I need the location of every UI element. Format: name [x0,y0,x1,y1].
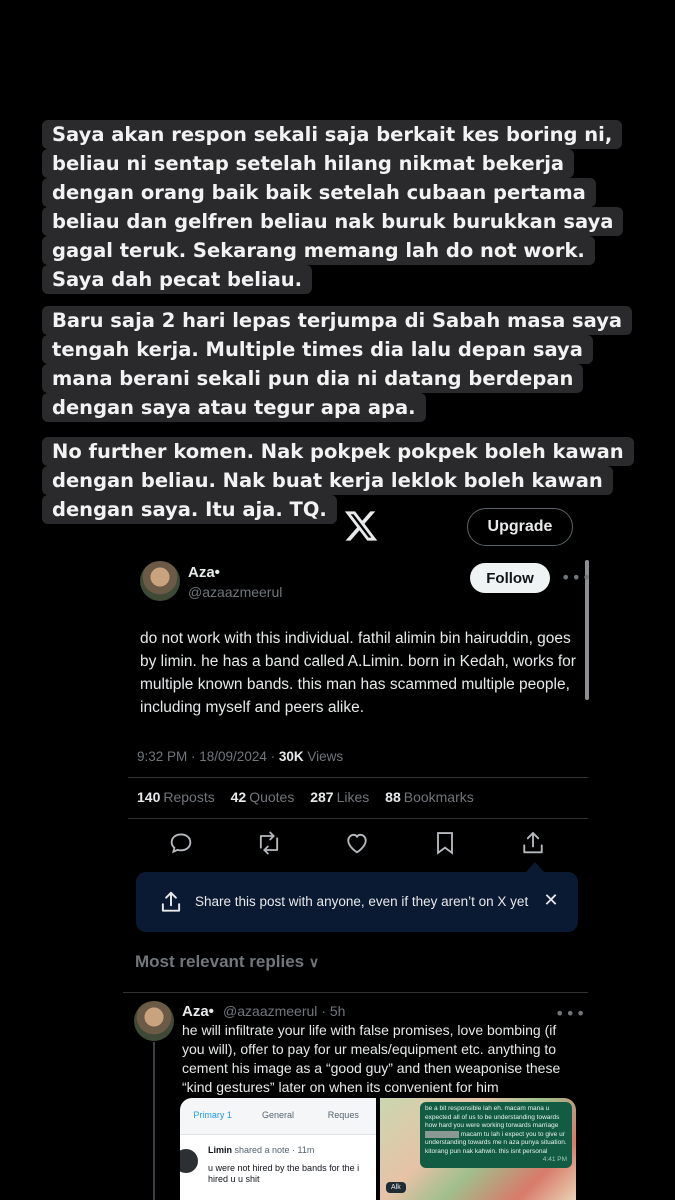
views-label: Views [303,749,344,764]
reposts-stat[interactable]: 140 Reposts [137,789,215,805]
share-banner[interactable]: Share this post with anyone, even if the… [136,872,578,932]
chevron-down-icon: ∨ [308,954,320,970]
notification-body: u were not hired by the bands for the i … [208,1163,360,1184]
caption-line: No further komen. Nak pokpek pokpek bole… [42,437,634,466]
close-icon[interactable]: ✕ [540,890,562,912]
chat-text: be a bit responsible lah eh. macam mana … [425,1105,560,1129]
more-options-icon[interactable]: ••• [561,568,592,587]
caption-line: gagal teruk. Sekarang memang lah do not … [42,236,595,265]
caption-line: dengan saya. Itu aja. TQ. [42,495,337,524]
upload-icon [158,889,184,915]
reply-author-name[interactable]: Aza• [182,1003,214,1020]
notification-name: Limin [208,1145,232,1155]
quotes-count: 42 [230,789,247,805]
caption-line: dengan saya atau tegur apa apa. [42,393,426,422]
caption-line: Saya akan respon sekali saja berkait kes… [42,120,623,149]
quotes-stat[interactable]: 42 Quotes [231,789,295,805]
notification-avatar [180,1149,198,1173]
caption-line: dengan beliau. Nak buat kerja leklok bol… [42,466,613,495]
likes-stat[interactable]: 287 Likes [310,789,369,805]
notification-meta: shared a note · 11m [232,1145,315,1155]
tweet-timestamp[interactable]: 9:32 PM · 18/09/2024 · [137,749,279,764]
quotes-label: Quotes [249,789,295,805]
likes-count: 287 [310,789,334,805]
story-caption-paragraph-2: Baru saja 2 hari lepas terjumpa di Sabah… [42,306,633,422]
caption-line: dengan orang baik baik setelah cubaan pe… [42,178,596,207]
notification-tabs: Primary 1 General Reques [180,1098,376,1132]
bookmark-icon[interactable] [431,829,459,857]
divider [128,818,588,819]
replies-heading: Most relevant replies [135,952,305,971]
likes-label: Likes [336,789,370,805]
story-caption-paragraph-1: Saya akan respon sekali saja berkait kes… [42,120,624,294]
reposts-label: Reposts [163,789,215,805]
tab-primary: Primary 1 [193,1110,232,1120]
author-handle[interactable]: @azaazmeerul [188,584,282,600]
tweet-text: do not work with this individual. fathil… [140,630,576,716]
chat-time: 4:41 PM [542,1156,567,1164]
divider [128,777,588,778]
tab-requests: Reques [327,1110,359,1120]
reply-header: Aza• @azaazmeerul · 5h [182,1001,345,1020]
share-icon[interactable] [519,829,547,857]
avatar[interactable] [140,561,180,601]
reply-image-chat[interactable]: be a bit responsible lah eh. macam mana … [380,1098,576,1200]
bookmarks-stat[interactable]: 88 Bookmarks [385,789,474,805]
reply-text: he will infiltrate your life with false … [182,1022,561,1095]
chat-sender-tag: Alk [386,1182,406,1193]
redaction-bar [425,1130,459,1138]
like-icon[interactable] [343,829,371,857]
share-banner-text: Share this post with anyone, even if the… [195,894,529,909]
author-name[interactable]: Aza• [188,564,220,581]
tweet-stats: 140 Reposts 42 Quotes 287 Likes 88 Bookmarks [137,789,486,805]
repost-icon[interactable] [255,829,283,857]
tab-general: General [261,1110,294,1120]
thread-line [153,1042,155,1200]
reply-meta[interactable]: @azaazmeerul · 5h [223,1003,345,1019]
replies-sort-dropdown[interactable]: Most relevant replies ∨ [135,952,319,972]
caption-line: beliau dan gelfren beliau nak buruk buru… [42,207,624,236]
caption-line: beliau ni sentap setelah hilang nikmat b… [42,149,575,178]
tweet-meta: 9:32 PM · 18/09/2024 · 30K Views [137,749,343,764]
caption-line: Baru saja 2 hari lepas terjumpa di Sabah… [42,306,633,335]
chat-bubble: be a bit responsible lah eh. macam mana … [420,1102,572,1168]
caption-line: tengah kerja. Multiple times dia lalu de… [42,335,593,364]
views-count: 30K [278,749,304,764]
reposts-count: 140 [137,789,161,805]
bookmarks-count: 88 [385,789,401,805]
reply-avatar[interactable] [134,1001,174,1041]
share-banner-pointer [526,862,544,872]
notification-header: Limin shared a note · 11m [208,1145,314,1155]
reply-icon[interactable] [167,829,195,857]
upgrade-button[interactable]: Upgrade [467,508,573,546]
bookmarks-label: Bookmarks [403,789,474,805]
follow-button[interactable]: Follow [470,563,550,593]
caption-line: mana berani sekali pun dia ni datang ber… [42,364,584,393]
caption-line: Saya dah pecat beliau. [42,265,313,294]
notification-row: Limin shared a note · 11m u were not hir… [180,1134,376,1200]
x-logo-icon[interactable] [343,508,379,544]
reply-image-notification[interactable]: Primary 1 General Reques Limin shared a … [180,1098,376,1200]
